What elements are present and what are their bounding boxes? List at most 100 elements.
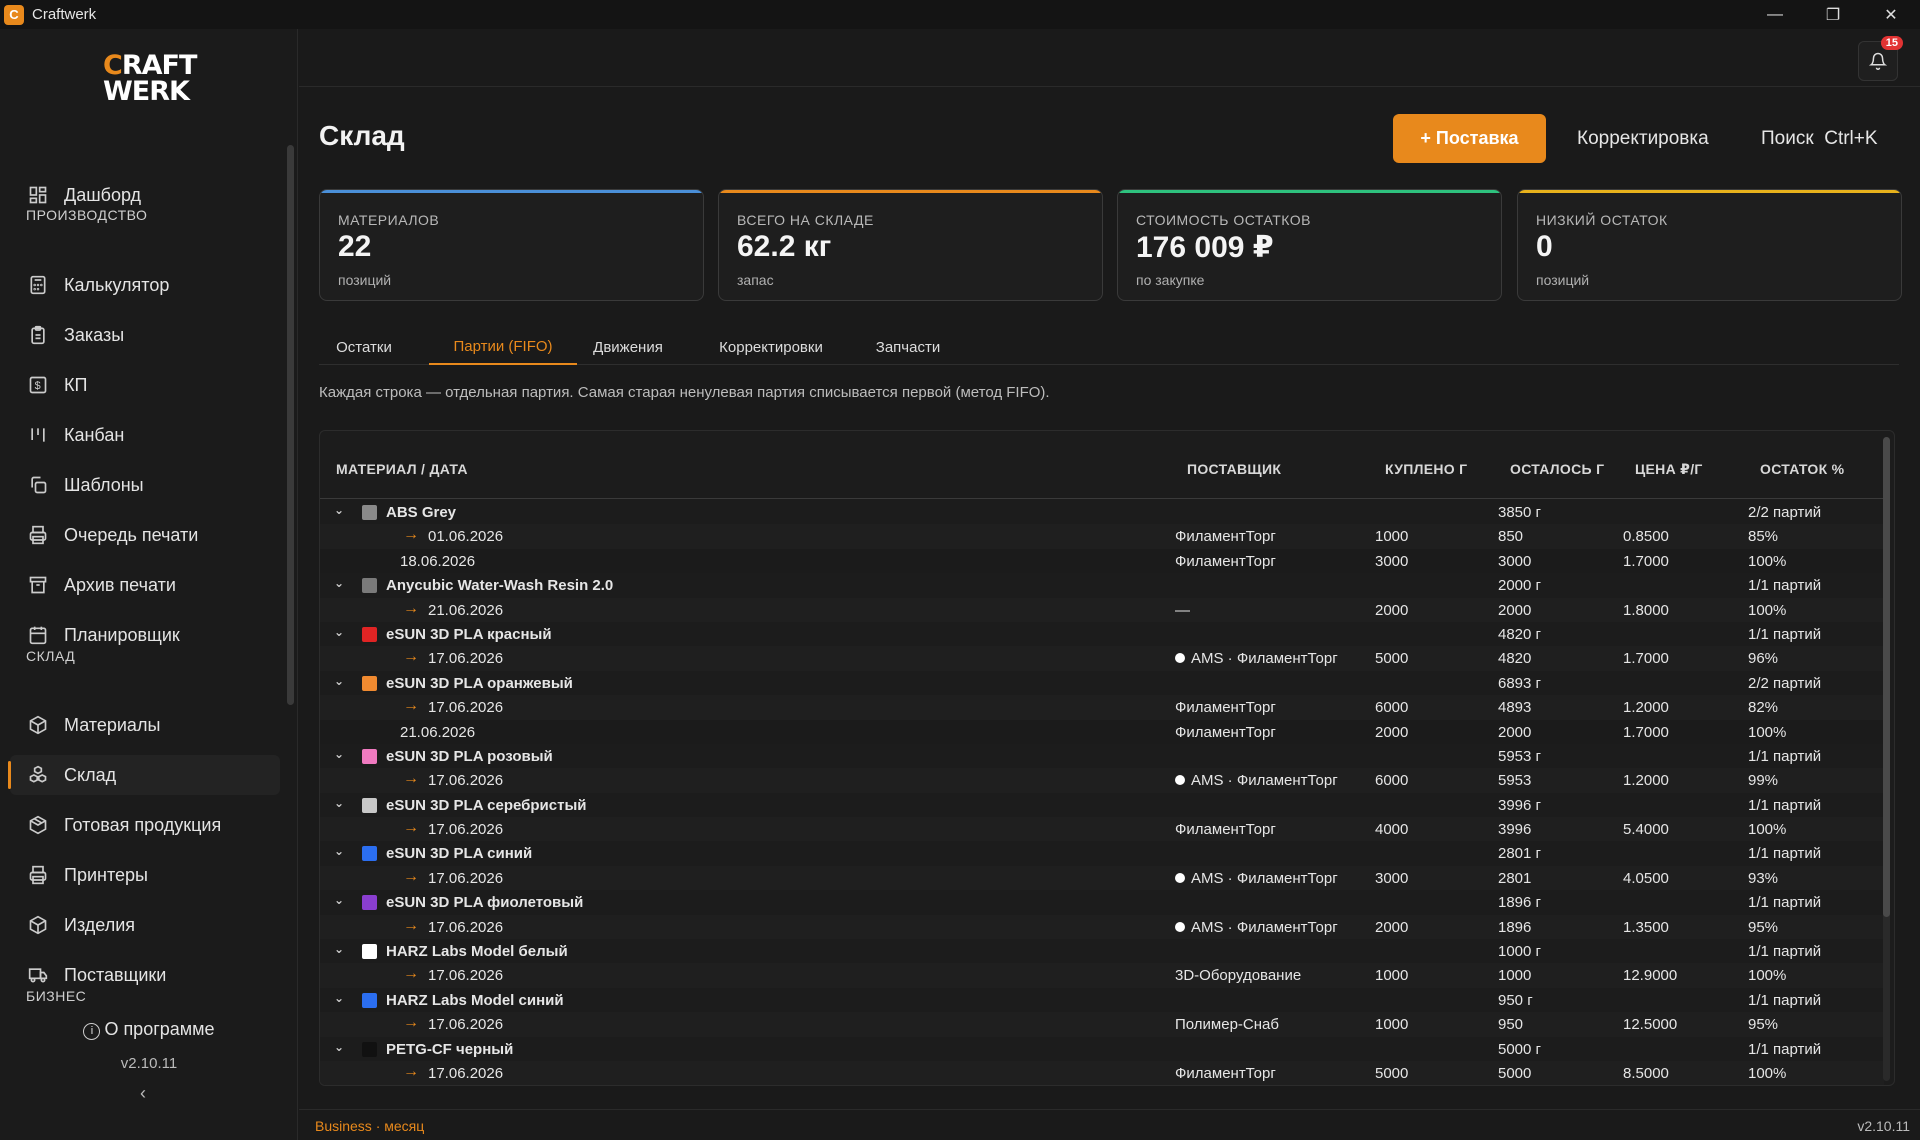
restore-icon[interactable]: ❐ bbox=[1804, 0, 1862, 29]
material-group-row[interactable]: ⌄ ABS Grey 3850 г 2/2 партий bbox=[320, 500, 1884, 524]
window-controls: — ❐ ✕ bbox=[1746, 0, 1920, 29]
batch-row[interactable]: → 17.06.2026 ФиламентТорг 4000 3996 5.4000 100… bbox=[320, 817, 1884, 842]
craftwerk-logo[interactable]: CRAFT WERK bbox=[103, 52, 197, 109]
material-group-row[interactable]: ⌄ eSUN 3D PLA синий 2801 г 1/1 партий bbox=[320, 841, 1884, 865]
sidebar-item-2[interactable]: Заказы bbox=[10, 315, 280, 355]
material-group-row[interactable]: ⌄ eSUN 3D PLA красный 4820 г 1/1 партий bbox=[320, 622, 1884, 646]
batch-price: 1.7000 bbox=[1623, 552, 1669, 570]
material-group-row[interactable]: ⌄ Anycubic Water-Wash Resin 2.0 2000 г 1/1 … bbox=[320, 573, 1884, 597]
tab-1[interactable]: Партии (FIFO) bbox=[429, 329, 577, 365]
batch-row[interactable]: → 17.06.2026 AMS · ФиламентТорг 5000 4820 1.7… bbox=[320, 646, 1884, 671]
batch-percent: 93% bbox=[1748, 869, 1779, 887]
col-material[interactable]: МАТЕРИАЛ / ДАТА bbox=[336, 461, 468, 477]
batch-supplier: AMS · ФиламентТорг bbox=[1175, 772, 1338, 789]
group-remaining: 2000 г bbox=[1498, 577, 1542, 595]
tabs: Остатки Партии (FIFO) Движения Корректировк… bbox=[319, 329, 1899, 365]
chevron-down-icon[interactable]: ⌄ bbox=[334, 674, 344, 688]
clipboard-icon bbox=[26, 323, 50, 347]
batch-row[interactable]: → 01.06.2026 ФиламентТорг 1000 850 0.8500 85% bbox=[320, 524, 1884, 549]
sidebar-item-9[interactable]: Материалы bbox=[10, 705, 280, 745]
col-remaining[interactable]: ОСТАЛОСЬ Г bbox=[1510, 461, 1604, 477]
minimize-icon[interactable]: — bbox=[1746, 0, 1804, 29]
tab-2[interactable]: Движения bbox=[577, 329, 679, 365]
sidebar-item-5[interactable]: Шаблоны bbox=[10, 465, 280, 505]
batch-row[interactable]: → 17.06.2026 AMS · ФиламентТорг 2000 1896 1.3… bbox=[320, 914, 1884, 940]
material-group-row[interactable]: ⌄ eSUN 3D PLA серебристый 3996 г 1/1 партий bbox=[320, 793, 1884, 817]
col-bought[interactable]: КУПЛЕНО Г bbox=[1385, 461, 1467, 477]
material-name: eSUN 3D PLA оранжевый bbox=[386, 674, 573, 692]
sidebar-version: v2.10.11 bbox=[120, 1055, 178, 1072]
sidebar-item-3[interactable]: $ КП bbox=[10, 365, 280, 405]
material-name: eSUN 3D PLA розовый bbox=[386, 747, 553, 765]
batch-row[interactable]: → 17.06.2026 ФиламентТорг 6000 4893 1.2000 82% bbox=[320, 695, 1884, 720]
sidebar-item-12[interactable]: Принтеры bbox=[10, 855, 280, 895]
batch-price: 1.8000 bbox=[1623, 601, 1669, 619]
sidebar-scrollbar[interactable] bbox=[287, 145, 294, 705]
stat-card: НИЗКИЙ ОСТАТОК 0 позиций bbox=[1517, 189, 1902, 301]
batch-row[interactable]: → 17.06.2026 ФиламентТорг 5000 5000 8.5000 100… bbox=[320, 1060, 1884, 1085]
box-icon bbox=[26, 913, 50, 937]
batch-percent: 100% bbox=[1748, 723, 1787, 741]
close-icon[interactable]: ✕ bbox=[1862, 0, 1920, 29]
sidebar-item-4[interactable]: Канбан bbox=[10, 415, 280, 455]
batch-row[interactable]: → 17.06.2026 AMS · ФиламентТорг 3000 2801 4.0… bbox=[320, 865, 1884, 891]
sidebar-item-1[interactable]: Калькулятор bbox=[10, 265, 280, 305]
search-button[interactable]: Поиск Ctrl+K bbox=[1761, 114, 1878, 163]
material-name: eSUN 3D PLA серебристый bbox=[386, 796, 587, 814]
sidebar-item-13[interactable]: Изделия bbox=[10, 905, 280, 945]
table-scrollbar[interactable] bbox=[1883, 437, 1890, 1081]
chevron-down-icon[interactable]: ⌄ bbox=[334, 844, 344, 858]
sidebar-item-label: Шаблоны bbox=[64, 474, 144, 495]
batch-row[interactable]: → 17.06.2026 Полимер-Снаб 1000 950 12.5000 95% bbox=[320, 1012, 1884, 1037]
chevron-down-icon[interactable]: ⌄ bbox=[334, 796, 344, 810]
batch-percent: 100% bbox=[1748, 821, 1787, 839]
about-link[interactable]: iО программе bbox=[0, 1019, 298, 1040]
card-sub: позиций bbox=[1536, 272, 1590, 288]
batch-bought: 2000 bbox=[1375, 601, 1409, 619]
arrow-right-icon: → bbox=[403, 770, 419, 788]
material-group-row[interactable]: ⌄ eSUN 3D PLA розовый 5953 г 1/1 партий bbox=[320, 744, 1884, 768]
collapse-sidebar-icon[interactable]: ‹ bbox=[140, 1083, 146, 1104]
batch-supplier: ФиламентТорг bbox=[1175, 723, 1276, 741]
sidebar-item-10[interactable]: Склад bbox=[8, 755, 280, 795]
sidebar-item-6[interactable]: Очередь печати bbox=[10, 515, 280, 555]
batch-price: 1.7000 bbox=[1623, 650, 1669, 668]
batch-row[interactable]: → 17.06.2026 3D-Оборудование 1000 1000 12.900… bbox=[320, 963, 1884, 988]
material-group-row[interactable]: ⌄ eSUN 3D PLA фиолетовый 1896 г 1/1 партий bbox=[320, 890, 1884, 914]
col-percent[interactable]: ОСТАТОК % bbox=[1760, 461, 1844, 477]
adjustment-button[interactable]: Корректировка bbox=[1577, 114, 1709, 163]
material-group-row[interactable]: ⌄ HARZ Labs Model синий 950 г 1/1 партий bbox=[320, 988, 1884, 1012]
batch-row[interactable]: → 21.06.2026 — 2000 2000 1.8000 100% bbox=[320, 597, 1884, 622]
chevron-down-icon[interactable]: ⌄ bbox=[334, 893, 344, 907]
add-supply-button[interactable]: + Поставка bbox=[1393, 114, 1546, 163]
copy-icon bbox=[26, 473, 50, 497]
batch-row[interactable]: 18.06.2026 ФиламентТорг 3000 3000 1.7000 100% bbox=[320, 548, 1884, 574]
table-scroll-thumb[interactable] bbox=[1883, 437, 1890, 917]
section-production: ПРОИЗВОДСТВО bbox=[26, 207, 148, 223]
material-group-row[interactable]: ⌄ eSUN 3D PLA оранжевый 6893 г 2/2 партий bbox=[320, 671, 1884, 695]
sidebar-item-7[interactable]: Архив печати bbox=[10, 565, 280, 605]
batch-row[interactable]: 21.06.2026 ФиламентТорг 2000 2000 1.7000 100% bbox=[320, 719, 1884, 744]
color-swatch bbox=[362, 944, 377, 960]
chevron-down-icon[interactable]: ⌄ bbox=[334, 942, 344, 956]
chevron-down-icon[interactable]: ⌄ bbox=[334, 576, 344, 590]
sidebar-item-11[interactable]: Готовая продукция bbox=[10, 805, 280, 845]
tab-0[interactable]: Остатки bbox=[319, 329, 409, 365]
section-business: БИЗНЕС bbox=[26, 988, 87, 1004]
tab-3[interactable]: Корректировки bbox=[699, 329, 843, 365]
chevron-down-icon[interactable]: ⌄ bbox=[334, 503, 344, 517]
chevron-down-icon[interactable]: ⌄ bbox=[334, 747, 344, 761]
col-price[interactable]: ЦЕНА ₽/Г bbox=[1635, 461, 1703, 478]
chevron-down-icon[interactable]: ⌄ bbox=[334, 991, 344, 1005]
col-supplier[interactable]: ПОСТАВЩИК bbox=[1187, 461, 1281, 477]
tab-4[interactable]: Запчасти bbox=[863, 329, 953, 365]
batch-row[interactable]: → 17.06.2026 AMS · ФиламентТорг 6000 5953 1.2… bbox=[320, 768, 1884, 793]
chevron-down-icon[interactable]: ⌄ bbox=[334, 625, 344, 639]
notifications-button[interactable]: 15 bbox=[1858, 36, 1903, 81]
chevron-down-icon[interactable]: ⌄ bbox=[334, 1040, 344, 1054]
batch-remaining: 2000 bbox=[1498, 723, 1532, 741]
material-group-row[interactable]: ⌄ HARZ Labs Model белый 1000 г 1/1 партий bbox=[320, 939, 1884, 963]
material-group-row[interactable]: ⌄ PETG-CF черный 5000 г 1/1 партий bbox=[320, 1037, 1884, 1061]
batch-percent: 100% bbox=[1748, 1064, 1787, 1082]
plan-label[interactable]: Business · месяц bbox=[315, 1118, 424, 1134]
